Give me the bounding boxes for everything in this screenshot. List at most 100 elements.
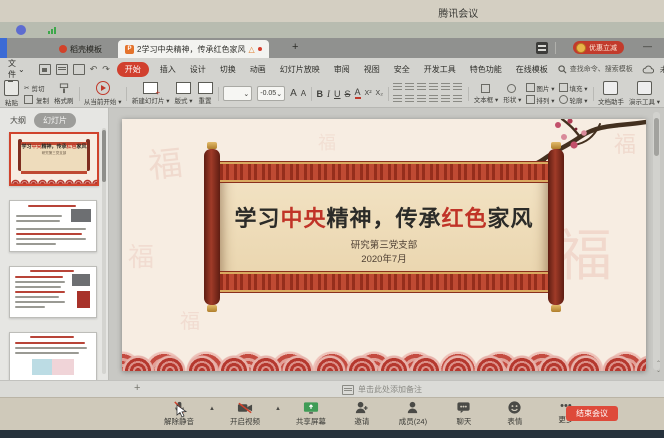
meeting-info-bar <box>0 22 664 39</box>
ribbon-right-cluster: 未同步 ▾ 协作 分享 ⋮ <box>642 64 664 75</box>
undo-icon[interactable]: ↶ <box>90 64 98 75</box>
paste-icon <box>4 80 19 96</box>
tab-security[interactable]: 安全 <box>391 62 413 77</box>
slide-thumbnail-4[interactable] <box>9 332 97 384</box>
tab-online-templates[interactable]: 在线模板 <box>513 62 551 77</box>
strikethrough-button[interactable]: S <box>345 89 351 99</box>
new-slide-icon <box>143 82 158 94</box>
underline-button[interactable]: U <box>334 89 341 99</box>
tab-insert[interactable]: 插入 <box>157 62 179 77</box>
tab-review[interactable]: 审阅 <box>331 62 353 77</box>
doc-assistant-button[interactable]: 文档助手 <box>598 81 624 106</box>
tab-outline[interactable]: 大纲 <box>10 115 26 126</box>
slide-nav-buttons[interactable]: ⌃ ⌄ <box>656 362 661 374</box>
sync-status[interactable]: 未同步 ▾ <box>660 64 664 75</box>
camera-off-icon <box>237 400 253 415</box>
textbox-button[interactable]: 文本框 ▾ <box>474 84 499 104</box>
layout-icon <box>176 82 191 94</box>
slide-canvas[interactable]: 福 福 福 福 福 福 <box>122 119 646 371</box>
photographed-screen: 腾讯会议 稻壳模板 P 2学习中央精神，传承红色家风 △ + 优惠立减 — 文件… <box>0 0 664 438</box>
picture-button[interactable]: 图片 ▾ <box>526 83 554 93</box>
prev-slide-button[interactable]: ⌃ <box>656 362 661 367</box>
shape-button[interactable]: 形状 ▾ <box>503 84 521 104</box>
emoji-button[interactable]: 表情 <box>494 400 536 427</box>
redo-icon[interactable]: ↷ <box>102 64 110 75</box>
tab-devtools[interactable]: 开发工具 <box>421 62 459 77</box>
members-button[interactable]: 成员(24) <box>392 400 434 427</box>
bold-button[interactable]: B <box>317 89 324 99</box>
layout-button[interactable]: 版式 ▾ <box>174 82 192 105</box>
fill-icon <box>559 83 568 92</box>
scroll-parchment: 学习中央精神，传承红色家风 研究第三党支部 2020年7月 <box>220 161 548 293</box>
promo-discount-button[interactable]: 优惠立减 <box>573 41 624 54</box>
play-from-current-button[interactable]: 从当前开始 ▾ <box>84 81 122 106</box>
command-search[interactable]: 查找命令、搜索模板 <box>558 64 633 74</box>
end-meeting-button[interactable]: 结束会议 <box>566 406 618 421</box>
font-family-combo[interactable]: ⌄ <box>223 86 252 101</box>
file-menu[interactable]: 文件⌄ <box>8 58 25 80</box>
tab-slides[interactable]: 幻灯片 <box>34 113 76 128</box>
format-painter-button[interactable]: 格式刷 <box>54 83 74 105</box>
meeting-toolbar: 解除静音 ▲ 开启视频 ▲ 共享屏幕 <box>0 397 664 431</box>
grow-font-button[interactable]: A <box>290 88 297 99</box>
arrange-button[interactable]: 排列 ▾ <box>526 95 554 105</box>
save-icon[interactable] <box>39 64 51 75</box>
tab-design[interactable]: 设计 <box>187 62 209 77</box>
chat-button[interactable]: 聊天 <box>443 400 485 427</box>
canvas-scrollbar[interactable] <box>653 112 660 370</box>
italic-button[interactable]: I <box>327 89 330 99</box>
cut-button[interactable]: ✂剪切 <box>24 83 49 93</box>
cloud-pattern <box>122 327 646 371</box>
subscript-button[interactable]: X₂ <box>376 90 383 97</box>
tab-special-features[interactable]: 特色功能 <box>467 62 505 77</box>
meeting-title: 腾讯会议 <box>438 5 478 20</box>
new-tab-button[interactable]: + <box>292 41 298 53</box>
coin-icon <box>576 43 586 53</box>
share-screen-button[interactable]: 共享屏幕 <box>290 400 332 427</box>
paste-button[interactable]: 粘贴 <box>4 80 19 107</box>
meeting-security-shield-icon[interactable] <box>16 25 26 35</box>
slide-thumbnail-1[interactable]: 学习中央精神，传承红色家风 研究第三党支部 <box>9 132 99 186</box>
ribbon-tab-row: 文件⌄ ↶ ↷ 开始 插入 设计 切换 动画 幻灯片放映 审阅 视图 安全 开发… <box>0 58 664 80</box>
network-signal-icon[interactable] <box>48 27 56 34</box>
chat-icon <box>456 400 471 415</box>
warning-icon: △ <box>248 45 254 54</box>
cloud-sync-icon[interactable] <box>642 65 654 74</box>
superscript-button[interactable]: X² <box>365 90 372 97</box>
wps-home-button[interactable] <box>0 38 7 58</box>
print-icon[interactable] <box>56 64 68 75</box>
tab-view[interactable]: 视图 <box>361 62 383 77</box>
shrink-font-button[interactable]: A <box>301 89 306 98</box>
next-slide-button[interactable]: ⌄ <box>656 369 661 374</box>
doc-assistant-icon <box>603 81 618 95</box>
font-color-button[interactable]: A <box>355 88 361 99</box>
start-video-button[interactable]: 开启视频 <box>224 400 266 427</box>
tab-docer-templates[interactable]: 稻壳模板 <box>52 40 109 58</box>
minimize-button[interactable]: — <box>643 41 652 51</box>
outline-button[interactable]: 轮廓 ▾ <box>559 95 587 105</box>
invite-button[interactable]: 邀请 <box>341 400 383 427</box>
preview-icon[interactable] <box>73 64 85 75</box>
arrange-icon <box>526 95 535 104</box>
tab-slideshow[interactable]: 幻灯片放映 <box>277 62 323 77</box>
fill-button[interactable]: 填充 ▾ <box>559 83 587 93</box>
notes-placeholder-area[interactable]: 单击此处添加备注 <box>342 384 422 395</box>
add-slide-button[interactable]: + <box>134 382 140 394</box>
tab-current-document[interactable]: P 2学习中央精神，传承红色家风 △ <box>118 40 269 58</box>
slide-thumbnail-3[interactable] <box>9 266 97 318</box>
tab-transition[interactable]: 切换 <box>217 62 239 77</box>
video-options-caret[interactable]: ▲ <box>275 406 281 412</box>
shape-icon <box>507 84 516 93</box>
tab-animation[interactable]: 动画 <box>247 62 269 77</box>
paragraph-tools-group[interactable] <box>393 83 463 105</box>
present-tools-button[interactable]: 演示工具 ▾ <box>629 81 660 106</box>
tab-home-ribbon[interactable]: 开始 <box>117 62 149 77</box>
mic-options-caret[interactable]: ▲ <box>209 406 215 412</box>
reset-button[interactable]: 重置 <box>198 82 213 105</box>
app-badge-icon[interactable] <box>536 42 548 54</box>
copy-button[interactable]: 复制 <box>24 95 49 105</box>
panel-scrollbar[interactable] <box>102 128 106 374</box>
new-slide-button[interactable]: 新建幻灯片 ▾ <box>132 82 170 105</box>
slide-thumbnail-2[interactable] <box>9 200 97 252</box>
font-size-combo[interactable]: -0.05⌄ <box>257 86 285 101</box>
